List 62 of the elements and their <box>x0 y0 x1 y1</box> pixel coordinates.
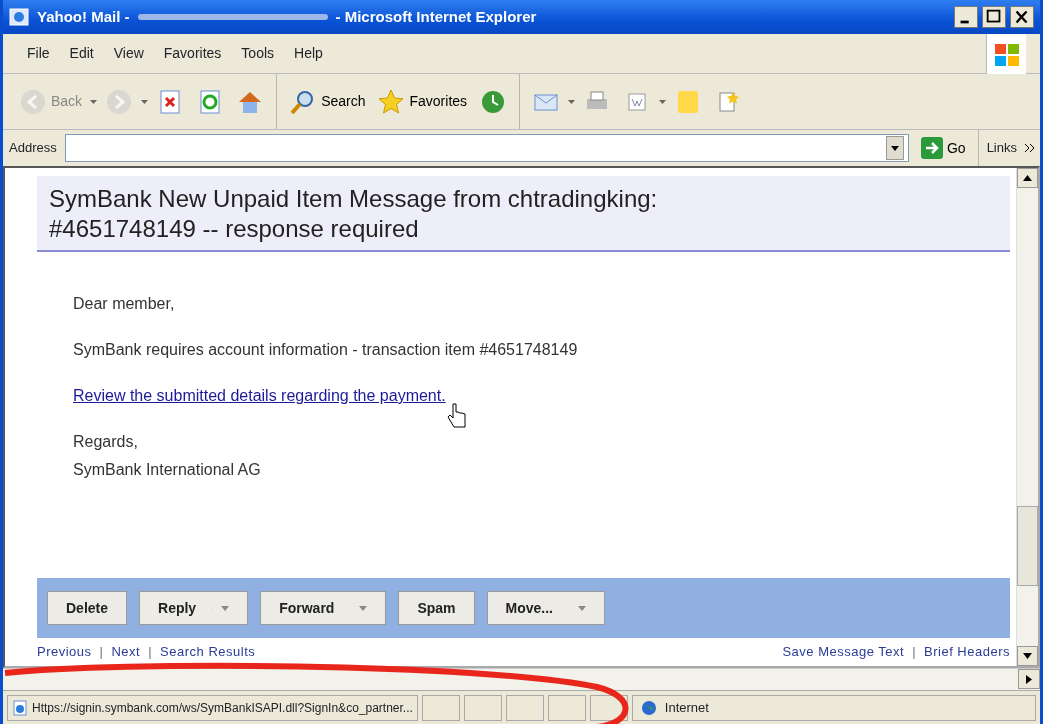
action-button[interactable]: Reply <box>139 591 249 625</box>
nav-link[interactable]: Previous <box>37 642 92 662</box>
separator: | <box>912 643 916 662</box>
vertical-scrollbar[interactable] <box>1016 168 1038 666</box>
status-pane <box>547 694 586 721</box>
caret-icon[interactable] <box>221 605 230 611</box>
email-subject: SymBank New Unpaid Item Message from chtradingking: #4651748149 -- response required <box>37 176 1010 252</box>
status-pane <box>421 694 460 721</box>
scroll-right-icon[interactable] <box>1026 674 1032 684</box>
menu-item[interactable]: Help <box>284 41 333 66</box>
dropdown-arrow-icon[interactable] <box>890 145 899 151</box>
caret-icon[interactable] <box>141 99 149 104</box>
page-icon <box>12 699 28 716</box>
zone-text: Internet <box>664 698 709 717</box>
caret-icon[interactable] <box>578 605 586 611</box>
separator: | <box>99 643 104 662</box>
search-button[interactable]: Search <box>285 85 370 118</box>
links-button[interactable]: Links <box>986 138 1017 158</box>
action-button[interactable]: Spam <box>398 591 475 625</box>
status-url-text: Https://signin.symbank.com/ws/SymBankISAPI.dll?SignIn&co_partner... <box>32 699 413 717</box>
closing-text: Regards, <box>73 432 139 452</box>
go-button[interactable]: Go <box>916 135 970 161</box>
window-title: Yahoo! Mail - <box>37 6 130 27</box>
minimize-icon[interactable] <box>954 6 978 28</box>
scroll-up-icon[interactable] <box>1023 175 1032 181</box>
hand-cursor-icon <box>447 402 467 430</box>
status-pane <box>589 694 628 721</box>
caret-icon[interactable] <box>659 99 667 104</box>
close-icon[interactable] <box>1010 6 1034 28</box>
address-label: Address <box>9 139 57 158</box>
message-text: SymBank requires account information - transaction item #4651748149 <box>73 340 579 360</box>
caret-icon[interactable] <box>568 99 576 104</box>
payment-link[interactable]: Review the submitted details regarding the payment. <box>73 387 446 404</box>
star-icon[interactable] <box>377 87 406 116</box>
caret-icon[interactable] <box>90 99 98 104</box>
nav-link[interactable]: Save Message Text <box>782 642 905 662</box>
window-title: - Microsoft Internet Explorer <box>335 6 537 27</box>
menu-item[interactable]: Favorites <box>153 41 232 66</box>
scroll-down-icon[interactable] <box>1023 653 1032 659</box>
maximize-icon[interactable] <box>982 6 1006 28</box>
status-pane <box>505 694 544 721</box>
menu-item[interactable]: View <box>103 41 154 66</box>
action-button[interactable]: Forward <box>260 591 387 625</box>
menu-item[interactable]: Tools <box>231 41 285 66</box>
menu-item[interactable]: Edit <box>59 41 104 66</box>
chevron-icon[interactable] <box>1025 144 1034 152</box>
globe-icon <box>640 699 657 716</box>
status-pane <box>463 694 502 721</box>
nav-link[interactable]: Brief Headers <box>924 642 1010 662</box>
favorites-button[interactable]: Favorites <box>373 85 472 118</box>
caret-icon[interactable] <box>359 605 368 611</box>
address-field[interactable] <box>64 134 909 162</box>
signature-text: SymBank International AG <box>73 460 262 480</box>
action-button[interactable]: Move... <box>486 591 605 625</box>
action-button[interactable]: Delete <box>47 591 128 625</box>
separator: | <box>148 643 153 662</box>
menu-item[interactable]: File <box>17 41 60 66</box>
greeting-text: Dear member, <box>73 294 176 314</box>
nav-link[interactable]: Search Results <box>160 642 256 662</box>
scroll-thumb[interactable] <box>1017 506 1038 586</box>
browser-icon <box>9 7 29 27</box>
nav-link[interactable]: Next <box>111 642 141 662</box>
